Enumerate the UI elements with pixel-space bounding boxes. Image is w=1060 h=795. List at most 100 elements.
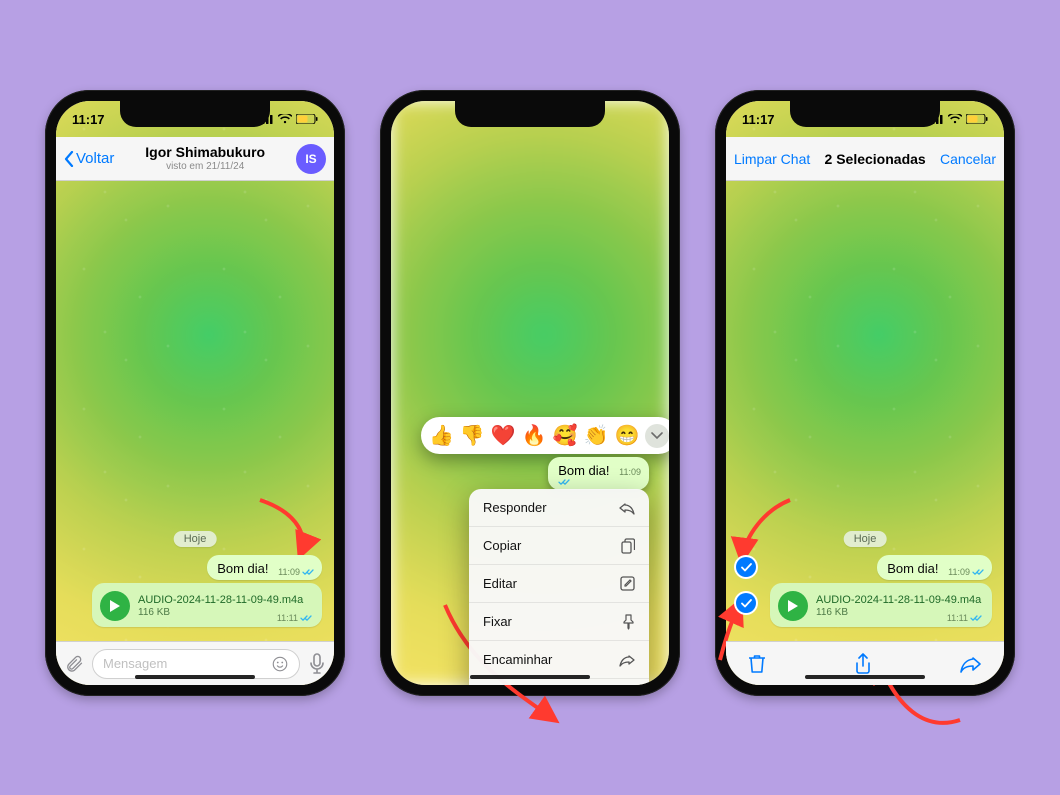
pin-icon: [622, 614, 635, 630]
play-icon: [109, 599, 121, 613]
tutorial-board: 11:17 Voltar Igor Shimabukuro visto em 2…: [0, 0, 1060, 795]
copy-icon: [621, 538, 635, 554]
menu-label: Responder: [483, 500, 547, 515]
menu-item-apagar[interactable]: Apagar: [469, 679, 649, 685]
message-meta: 11:09: [948, 567, 984, 577]
contact-name: Igor Shimabukuro: [145, 145, 265, 160]
message-text: Bom dia!: [887, 561, 938, 576]
reaction-more-button[interactable]: [645, 424, 669, 448]
read-check-icon: [302, 568, 314, 576]
menu-label: Copiar: [483, 538, 521, 553]
chat-body[interactable]: Hoje Bom dia! 11:09 AUDIO-2024-11-28-11-…: [56, 181, 334, 641]
message-text: Bom dia!: [558, 463, 609, 478]
notch: [790, 101, 940, 127]
share-icon: [854, 653, 872, 675]
reaction-clap[interactable]: 👏: [584, 423, 609, 448]
cancel-button[interactable]: Cancelar: [940, 151, 996, 167]
read-check-icon: [972, 568, 984, 576]
notch: [455, 101, 605, 127]
chat-title[interactable]: Igor Shimabukuro visto em 21/11/24: [114, 145, 296, 171]
forward-icon: [960, 655, 982, 673]
delete-selected-button[interactable]: [748, 654, 766, 674]
reaction-bar[interactable]: 👍 👎 ❤️ 🔥 🥰 👏 😁: [421, 417, 669, 454]
paperclip-icon: [64, 654, 84, 674]
menu-item-responder[interactable]: Responder: [469, 489, 649, 527]
message-bubble-audio[interactable]: AUDIO-2024-11-28-11-09-49.m4a 116 KB 11:…: [770, 583, 992, 627]
chevron-left-icon: [64, 151, 74, 167]
read-check-icon: [300, 614, 312, 622]
reaction-heart[interactable]: ❤️: [491, 423, 516, 448]
home-indicator: [805, 675, 925, 679]
clear-chat-button[interactable]: Limpar Chat: [734, 151, 810, 167]
phone-3: 11:17 Limpar Chat 2 Selecionadas Cancela…: [715, 90, 1015, 696]
back-button[interactable]: Voltar: [64, 150, 114, 167]
last-seen: visto em 21/11/24: [166, 161, 244, 172]
check-icon: [741, 599, 752, 608]
menu-item-editar[interactable]: Editar: [469, 565, 649, 603]
status-time: 11:17: [72, 112, 105, 127]
menu-item-copiar[interactable]: Copiar: [469, 527, 649, 565]
battery-icon: [966, 114, 988, 124]
context-menu: Responder Copiar Editar Fixar Encaminhar: [469, 489, 649, 685]
selection-count: 2 Selecionadas: [825, 151, 926, 167]
notch: [120, 101, 270, 127]
read-check-icon: [970, 614, 982, 622]
play-icon: [787, 599, 799, 613]
selection-header: Limpar Chat 2 Selecionadas Cancelar: [726, 137, 1004, 181]
date-chip: Hoje: [844, 531, 887, 547]
battery-icon: [296, 114, 318, 124]
mic-icon: [308, 653, 326, 675]
sticker-icon[interactable]: [271, 655, 289, 673]
audio-filename: AUDIO-2024-11-28-11-09-49.m4a: [138, 594, 312, 606]
share-selected-button[interactable]: [854, 653, 872, 675]
play-button[interactable]: [778, 591, 808, 621]
message-input[interactable]: Mensagem: [92, 649, 300, 679]
chevron-down-icon: [651, 432, 663, 440]
chat-header: Voltar Igor Shimabukuro visto em 21/11/2…: [56, 137, 334, 181]
wifi-icon: [948, 114, 962, 124]
reaction-fire[interactable]: 🔥: [522, 423, 547, 448]
reaction-grin[interactable]: 😁: [614, 423, 639, 448]
play-button[interactable]: [100, 591, 130, 621]
home-indicator: [470, 675, 590, 679]
wifi-icon: [278, 114, 292, 124]
menu-item-fixar[interactable]: Fixar: [469, 603, 649, 641]
forward-selected-button[interactable]: [960, 655, 982, 673]
audio-meta: 11:11: [277, 613, 312, 623]
attach-button[interactable]: [64, 654, 84, 674]
avatar[interactable]: IS: [296, 144, 326, 174]
chat-body[interactable]: Hoje Bom dia! 11:09: [726, 181, 1004, 641]
mic-button[interactable]: [308, 653, 326, 675]
message-meta: 11:09: [278, 567, 314, 577]
menu-label: Encaminhar: [483, 652, 552, 667]
phone-1: 11:17 Voltar Igor Shimabukuro visto em 2…: [45, 90, 345, 696]
menu-item-encaminhar[interactable]: Encaminhar: [469, 641, 649, 679]
message-bubble-audio[interactable]: AUDIO-2024-11-28-11-09-49.m4a 116 KB 11:…: [92, 583, 322, 627]
context-message-bubble: Bom dia! 11:09: [548, 457, 649, 490]
status-time: 11:17: [742, 112, 775, 127]
date-chip: Hoje: [174, 531, 217, 547]
input-placeholder: Mensagem: [103, 656, 167, 671]
check-icon: [741, 563, 752, 572]
audio-meta: 11:11: [947, 613, 982, 623]
selection-checkbox-1[interactable]: [736, 557, 756, 577]
reaction-smiling-hearts[interactable]: 🥰: [553, 423, 578, 448]
menu-label: Fixar: [483, 614, 512, 629]
selection-checkbox-2[interactable]: [736, 593, 756, 613]
audio-filename: AUDIO-2024-11-28-11-09-49.m4a: [816, 594, 982, 606]
menu-label: Editar: [483, 576, 517, 591]
trash-icon: [748, 654, 766, 674]
back-label: Voltar: [76, 150, 114, 167]
message-bubble-text[interactable]: Bom dia! 11:09: [207, 555, 322, 580]
edit-icon: [620, 576, 635, 591]
forward-icon: [619, 653, 635, 667]
phone-2: 👍 👎 ❤️ 🔥 🥰 👏 😁 Bom dia! 11:09: [380, 90, 680, 696]
avatar-initials: IS: [305, 152, 316, 166]
reaction-thumbs-up[interactable]: 👍: [429, 423, 454, 448]
home-indicator: [135, 675, 255, 679]
message-bubble-text[interactable]: Bom dia! 11:09: [877, 555, 992, 580]
message-text: Bom dia!: [217, 561, 268, 576]
reply-icon: [619, 501, 635, 515]
read-check-icon: [558, 478, 570, 486]
reaction-thumbs-down[interactable]: 👎: [460, 423, 485, 448]
